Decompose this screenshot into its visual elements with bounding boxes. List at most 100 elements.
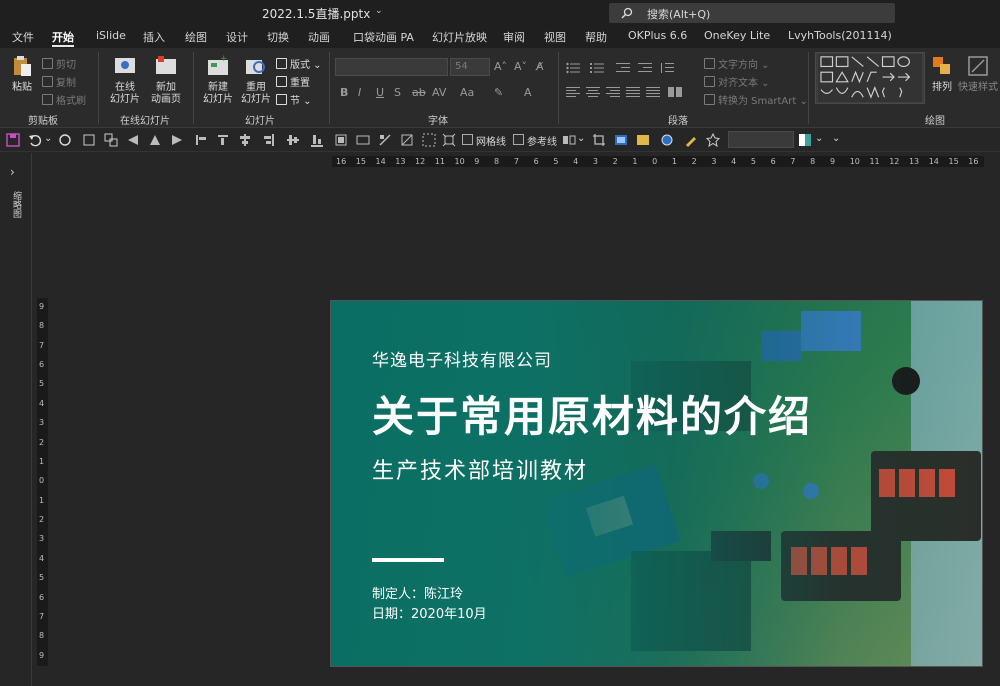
color-picker-icon[interactable]	[798, 133, 812, 147]
author-line[interactable]: 制定人：陈江玲	[372, 583, 463, 602]
toolbar-tool-icon[interactable]	[82, 133, 96, 147]
tab-home[interactable]: 开始	[52, 29, 74, 45]
tab-file[interactable]: 文件	[12, 29, 34, 45]
star-icon[interactable]	[706, 133, 720, 147]
shape-icon[interactable]	[660, 133, 674, 147]
toolbar-tool-icon[interactable]	[356, 133, 370, 147]
section-button[interactable]: 节 ⌄	[276, 92, 312, 108]
italic-icon[interactable]: I	[358, 86, 361, 99]
redo-icon[interactable]	[58, 133, 72, 147]
picture-icon[interactable]	[614, 133, 628, 147]
chevron-down-icon[interactable]: ⌄	[815, 133, 823, 144]
toolbar-tool-icon[interactable]	[334, 133, 348, 147]
font-name-dropdown[interactable]	[335, 58, 448, 76]
guides-checkbox[interactable]	[513, 134, 524, 145]
company-name[interactable]: 华逸电子科技有限公司	[372, 346, 552, 371]
change-case-icon[interactable]: Aa	[460, 86, 474, 99]
date-line[interactable]: 日期：2020年10月	[372, 603, 487, 622]
toolbar-tool-icon[interactable]	[400, 133, 414, 147]
tab-insert[interactable]: 插入	[143, 29, 165, 45]
quick-styles-button[interactable]: 快速样式	[958, 52, 998, 106]
align-left-icon[interactable]	[566, 86, 580, 98]
tab-islide[interactable]: iSlide	[96, 29, 126, 42]
tab-review[interactable]: 审阅	[503, 29, 525, 45]
tab-okplus[interactable]: OKPlus 6.6	[628, 29, 687, 42]
char-spacing-icon[interactable]: AV	[432, 86, 446, 99]
tab-slideshow[interactable]: 幻灯片放映	[432, 29, 487, 45]
bullets-icon[interactable]	[566, 62, 580, 74]
document-title[interactable]: 2022.1.5直播.pptx	[262, 5, 370, 22]
smartart-button[interactable]: 转换为 SmartArt ⌄	[704, 92, 808, 108]
shadow-icon[interactable]: S	[394, 86, 401, 99]
customize-toolbar-icon[interactable]: ⌄	[832, 133, 840, 144]
align-center-icon[interactable]	[586, 86, 600, 98]
thumbnail-pane-label[interactable]: 缩略图	[10, 191, 23, 218]
toolbar-tool-icon[interactable]	[238, 133, 252, 147]
columns-icon[interactable]	[668, 86, 682, 98]
online-slides-button[interactable]: 在线 幻灯片	[105, 52, 145, 106]
toolbar-tool-icon[interactable]	[216, 133, 230, 147]
save-icon[interactable]	[6, 133, 20, 147]
chevron-down-icon[interactable]: ⌄	[577, 133, 585, 144]
toolbar-tool-icon[interactable]	[148, 133, 162, 147]
line-spacing-icon[interactable]	[660, 62, 674, 74]
font-color-icon[interactable]: A	[524, 86, 532, 99]
tab-draw[interactable]: 绘图	[185, 29, 207, 45]
copy-button[interactable]: 复制	[42, 74, 76, 90]
align-text-button[interactable]: 对齐文本 ⌄	[704, 74, 770, 90]
paste-button[interactable]: 粘贴	[2, 52, 42, 106]
search-input[interactable]: 搜索(Alt+Q)	[609, 3, 895, 23]
underline-icon[interactable]: U	[376, 86, 384, 99]
shrink-font-icon[interactable]: A˅	[514, 60, 527, 73]
format-painter-button[interactable]: 格式刷	[42, 92, 86, 108]
new-animation-page-button[interactable]: 新加 动画页	[146, 52, 186, 106]
bold-icon[interactable]: B	[340, 86, 348, 99]
toolbar-tool-icon[interactable]	[378, 133, 392, 147]
layout-button[interactable]: 版式 ⌄	[276, 56, 322, 72]
grow-font-icon[interactable]: A˄	[494, 60, 507, 73]
undo-icon[interactable]	[28, 133, 42, 147]
clear-format-icon[interactable]: A̸	[536, 60, 544, 73]
increase-indent-icon[interactable]	[638, 62, 652, 74]
strikethrough-icon[interactable]: ab	[412, 86, 426, 99]
slide-title[interactable]: 关于常用原材料的介绍	[372, 383, 812, 444]
shapes-gallery[interactable]	[815, 52, 925, 104]
toolbar-tool-icon[interactable]	[442, 133, 456, 147]
toolbar-tool-icon[interactable]	[286, 133, 300, 147]
distributed-icon[interactable]	[646, 86, 660, 98]
toolbar-tool-icon[interactable]	[170, 133, 184, 147]
expand-pane-icon[interactable]: ›	[10, 165, 15, 179]
highlight-icon[interactable]: ✎	[494, 86, 503, 99]
tab-help[interactable]: 帮助	[585, 29, 607, 45]
crop-icon[interactable]	[592, 133, 606, 147]
justify-icon[interactable]	[626, 86, 640, 98]
cut-button[interactable]: 剪切	[42, 56, 76, 72]
tab-pocket-animation[interactable]: 口袋动画 PA	[353, 29, 414, 45]
toolbar-tool-icon[interactable]	[104, 133, 118, 147]
toolbar-tool-icon[interactable]	[262, 133, 276, 147]
numbering-icon[interactable]	[590, 62, 604, 74]
reset-button[interactable]: 重置	[276, 74, 310, 90]
tab-design[interactable]: 设计	[226, 29, 248, 45]
text-direction-button[interactable]: 文字方向 ⌄	[704, 56, 770, 72]
tab-transitions[interactable]: 切换	[267, 29, 289, 45]
slide-subtitle[interactable]: 生产技术部培训教材	[372, 453, 588, 485]
decrease-indent-icon[interactable]	[616, 62, 630, 74]
toolbar-dropdown[interactable]	[728, 131, 794, 148]
font-size-dropdown[interactable]: 54	[450, 58, 490, 76]
pen-icon[interactable]	[684, 133, 698, 147]
new-slide-button[interactable]: + 新建 幻灯片	[198, 52, 238, 106]
reuse-slides-button[interactable]: 重用 幻灯片	[236, 52, 276, 106]
fill-icon[interactable]	[636, 133, 650, 147]
tab-view[interactable]: 视图	[544, 29, 566, 45]
align-right-icon[interactable]	[606, 86, 620, 98]
chevron-down-icon[interactable]: ⌄	[44, 133, 52, 144]
toolbar-tool-icon[interactable]	[422, 133, 436, 147]
tab-animations[interactable]: 动画	[308, 29, 330, 45]
toolbar-tool-icon[interactable]	[194, 133, 208, 147]
chevron-down-icon[interactable]: ⌄	[375, 6, 383, 16]
slide[interactable]: 华逸电子科技有限公司 关于常用原材料的介绍 生产技术部培训教材 制定人：陈江玲 …	[330, 300, 983, 667]
tab-onekey[interactable]: OneKey Lite	[704, 29, 770, 42]
toolbar-tool-icon[interactable]	[562, 133, 576, 147]
toolbar-tool-icon[interactable]	[310, 133, 324, 147]
